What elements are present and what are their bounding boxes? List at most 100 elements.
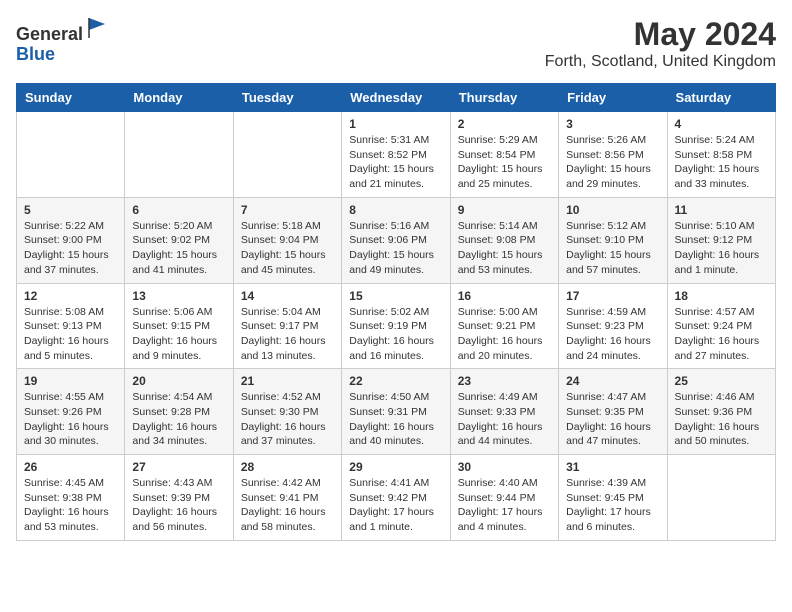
day-info: Sunrise: 5:12 AMSunset: 9:10 PMDaylight:… <box>566 219 659 278</box>
calendar-day-cell: 7Sunrise: 5:18 AMSunset: 9:04 PMDaylight… <box>233 197 341 283</box>
day-info: Sunrise: 5:26 AMSunset: 8:56 PMDaylight:… <box>566 133 659 192</box>
calendar-day-cell: 13 Sunrise: 5:06 AMSunset: 9:15 PMDayligh… <box>125 283 233 369</box>
day-info: Sunrise: 4:43 AMSunset: 9:39 PMDaylight:… <box>132 476 225 535</box>
calendar-day-cell: 19 Sunrise: 4:55 AMSunset: 9:26 PMDayligh… <box>17 369 125 455</box>
calendar-day-cell: 27 Sunrise: 4:43 AMSunset: 9:39 PMDayligh… <box>125 455 233 541</box>
calendar-week-row: 12 Sunrise: 5:08 AMSunset: 9:13 PMDayligh… <box>17 283 776 369</box>
day-number: 23 <box>458 374 551 388</box>
day-number: 9 <box>458 203 551 217</box>
calendar-day-cell: 21Sunrise: 4:52 AMSunset: 9:30 PMDayligh… <box>233 369 341 455</box>
day-of-week-header: Thursday <box>450 84 558 112</box>
day-info: Sunrise: 4:40 AMSunset: 9:44 PMDaylight:… <box>458 476 551 535</box>
day-of-week-header: Wednesday <box>342 84 450 112</box>
day-number: 26 <box>24 460 117 474</box>
calendar-day-cell: 18 Sunrise: 4:57 AMSunset: 9:24 PMDayligh… <box>667 283 775 369</box>
day-info: Sunrise: 5:02 AMSunset: 9:19 PMDaylight:… <box>349 305 442 364</box>
day-number: 8 <box>349 203 442 217</box>
calendar-day-cell: 30 Sunrise: 4:40 AMSunset: 9:44 PMDayligh… <box>450 455 558 541</box>
calendar-day-cell: 3 Sunrise: 5:26 AMSunset: 8:56 PMDaylight… <box>559 112 667 198</box>
logo-general: General <box>16 24 83 44</box>
day-number: 14 <box>241 289 334 303</box>
day-number: 31 <box>566 460 659 474</box>
day-number: 12 <box>24 289 117 303</box>
calendar-header-row: SundayMondayTuesdayWednesdayThursdayFrid… <box>17 84 776 112</box>
calendar-day-cell <box>667 455 775 541</box>
day-number: 22 <box>349 374 442 388</box>
calendar-day-cell <box>17 112 125 198</box>
calendar-day-cell: 28 Sunrise: 4:42 AMSunset: 9:41 PMDayligh… <box>233 455 341 541</box>
day-number: 13 <box>132 289 225 303</box>
day-number: 30 <box>458 460 551 474</box>
day-number: 16 <box>458 289 551 303</box>
month-title: May 2024 <box>545 16 776 53</box>
calendar-day-cell: 29Sunrise: 4:41 AMSunset: 9:42 PMDayligh… <box>342 455 450 541</box>
calendar-day-cell: 15 Sunrise: 5:02 AMSunset: 9:19 PMDayligh… <box>342 283 450 369</box>
day-of-week-header: Saturday <box>667 84 775 112</box>
calendar-day-cell <box>125 112 233 198</box>
day-info: Sunrise: 4:57 AMSunset: 9:24 PMDaylight:… <box>675 305 768 364</box>
day-info: Sunrise: 4:55 AMSunset: 9:26 PMDaylight:… <box>24 390 117 449</box>
day-info: Sunrise: 4:59 AMSunset: 9:23 PMDaylight:… <box>566 305 659 364</box>
day-info: Sunrise: 5:18 AMSunset: 9:04 PMDaylight:… <box>241 219 334 278</box>
day-of-week-header: Friday <box>559 84 667 112</box>
calendar-day-cell: 14 Sunrise: 5:04 AMSunset: 9:17 PMDayligh… <box>233 283 341 369</box>
calendar-day-cell: 25 Sunrise: 4:46 AMSunset: 9:36 PMDayligh… <box>667 369 775 455</box>
calendar-table: SundayMondayTuesdayWednesdayThursdayFrid… <box>16 83 776 541</box>
day-number: 27 <box>132 460 225 474</box>
day-info: Sunrise: 5:24 AMSunset: 8:58 PMDaylight:… <box>675 133 768 192</box>
calendar-day-cell: 17 Sunrise: 4:59 AMSunset: 9:23 PMDayligh… <box>559 283 667 369</box>
day-number: 29 <box>349 460 442 474</box>
day-number: 17 <box>566 289 659 303</box>
logo-flag-icon <box>85 16 109 40</box>
calendar-day-cell: 20Sunrise: 4:54 AMSunset: 9:28 PMDayligh… <box>125 369 233 455</box>
day-info: Sunrise: 4:49 AMSunset: 9:33 PMDaylight:… <box>458 390 551 449</box>
title-block: May 2024 Forth, Scotland, United Kingdom <box>545 16 776 71</box>
calendar-week-row: 1 Sunrise: 5:31 AMSunset: 8:52 PMDaylight… <box>17 112 776 198</box>
day-info: Sunrise: 5:04 AMSunset: 9:17 PMDaylight:… <box>241 305 334 364</box>
day-number: 21 <box>241 374 334 388</box>
calendar-day-cell: 16Sunrise: 5:00 AMSunset: 9:21 PMDayligh… <box>450 283 558 369</box>
calendar-day-cell: 26 Sunrise: 4:45 AMSunset: 9:38 PMDayligh… <box>17 455 125 541</box>
day-info: Sunrise: 4:46 AMSunset: 9:36 PMDaylight:… <box>675 390 768 449</box>
calendar-week-row: 26 Sunrise: 4:45 AMSunset: 9:38 PMDayligh… <box>17 455 776 541</box>
day-number: 10 <box>566 203 659 217</box>
day-of-week-header: Sunday <box>17 84 125 112</box>
day-number: 25 <box>675 374 768 388</box>
day-info: Sunrise: 5:14 AMSunset: 9:08 PMDaylight:… <box>458 219 551 278</box>
day-info: Sunrise: 5:22 AMSunset: 9:00 PMDaylight:… <box>24 219 117 278</box>
day-number: 1 <box>349 117 442 131</box>
calendar-day-cell: 23 Sunrise: 4:49 AMSunset: 9:33 PMDayligh… <box>450 369 558 455</box>
calendar-day-cell: 12 Sunrise: 5:08 AMSunset: 9:13 PMDayligh… <box>17 283 125 369</box>
day-of-week-header: Monday <box>125 84 233 112</box>
day-info: Sunrise: 4:47 AMSunset: 9:35 PMDaylight:… <box>566 390 659 449</box>
day-number: 11 <box>675 203 768 217</box>
day-number: 15 <box>349 289 442 303</box>
day-number: 19 <box>24 374 117 388</box>
day-info: Sunrise: 5:06 AMSunset: 9:15 PMDaylight:… <box>132 305 225 364</box>
calendar-day-cell: 31 Sunrise: 4:39 AMSunset: 9:45 PMDayligh… <box>559 455 667 541</box>
calendar-day-cell: 11 Sunrise: 5:10 AMSunset: 9:12 PMDayligh… <box>667 197 775 283</box>
day-number: 28 <box>241 460 334 474</box>
calendar-day-cell: 4 Sunrise: 5:24 AMSunset: 8:58 PMDaylight… <box>667 112 775 198</box>
calendar-day-cell: 5Sunrise: 5:22 AMSunset: 9:00 PMDaylight… <box>17 197 125 283</box>
day-info: Sunrise: 5:20 AMSunset: 9:02 PMDaylight:… <box>132 219 225 278</box>
day-number: 3 <box>566 117 659 131</box>
day-number: 4 <box>675 117 768 131</box>
logo: General Blue <box>16 16 109 65</box>
calendar-day-cell: 22 Sunrise: 4:50 AMSunset: 9:31 PMDayligh… <box>342 369 450 455</box>
day-info: Sunrise: 4:42 AMSunset: 9:41 PMDaylight:… <box>241 476 334 535</box>
day-info: Sunrise: 4:45 AMSunset: 9:38 PMDaylight:… <box>24 476 117 535</box>
day-number: 18 <box>675 289 768 303</box>
day-number: 20 <box>132 374 225 388</box>
day-info: Sunrise: 4:39 AMSunset: 9:45 PMDaylight:… <box>566 476 659 535</box>
day-info: Sunrise: 5:08 AMSunset: 9:13 PMDaylight:… <box>24 305 117 364</box>
day-info: Sunrise: 5:31 AMSunset: 8:52 PMDaylight:… <box>349 133 442 192</box>
calendar-day-cell: 2Sunrise: 5:29 AMSunset: 8:54 PMDaylight… <box>450 112 558 198</box>
calendar-day-cell: 8Sunrise: 5:16 AMSunset: 9:06 PMDaylight… <box>342 197 450 283</box>
day-info: Sunrise: 4:50 AMSunset: 9:31 PMDaylight:… <box>349 390 442 449</box>
calendar-day-cell <box>233 112 341 198</box>
day-info: Sunrise: 5:10 AMSunset: 9:12 PMDaylight:… <box>675 219 768 278</box>
location: Forth, Scotland, United Kingdom <box>545 53 776 71</box>
page-header: General Blue May 2024 Forth, Scotland, U… <box>16 16 776 71</box>
day-number: 2 <box>458 117 551 131</box>
